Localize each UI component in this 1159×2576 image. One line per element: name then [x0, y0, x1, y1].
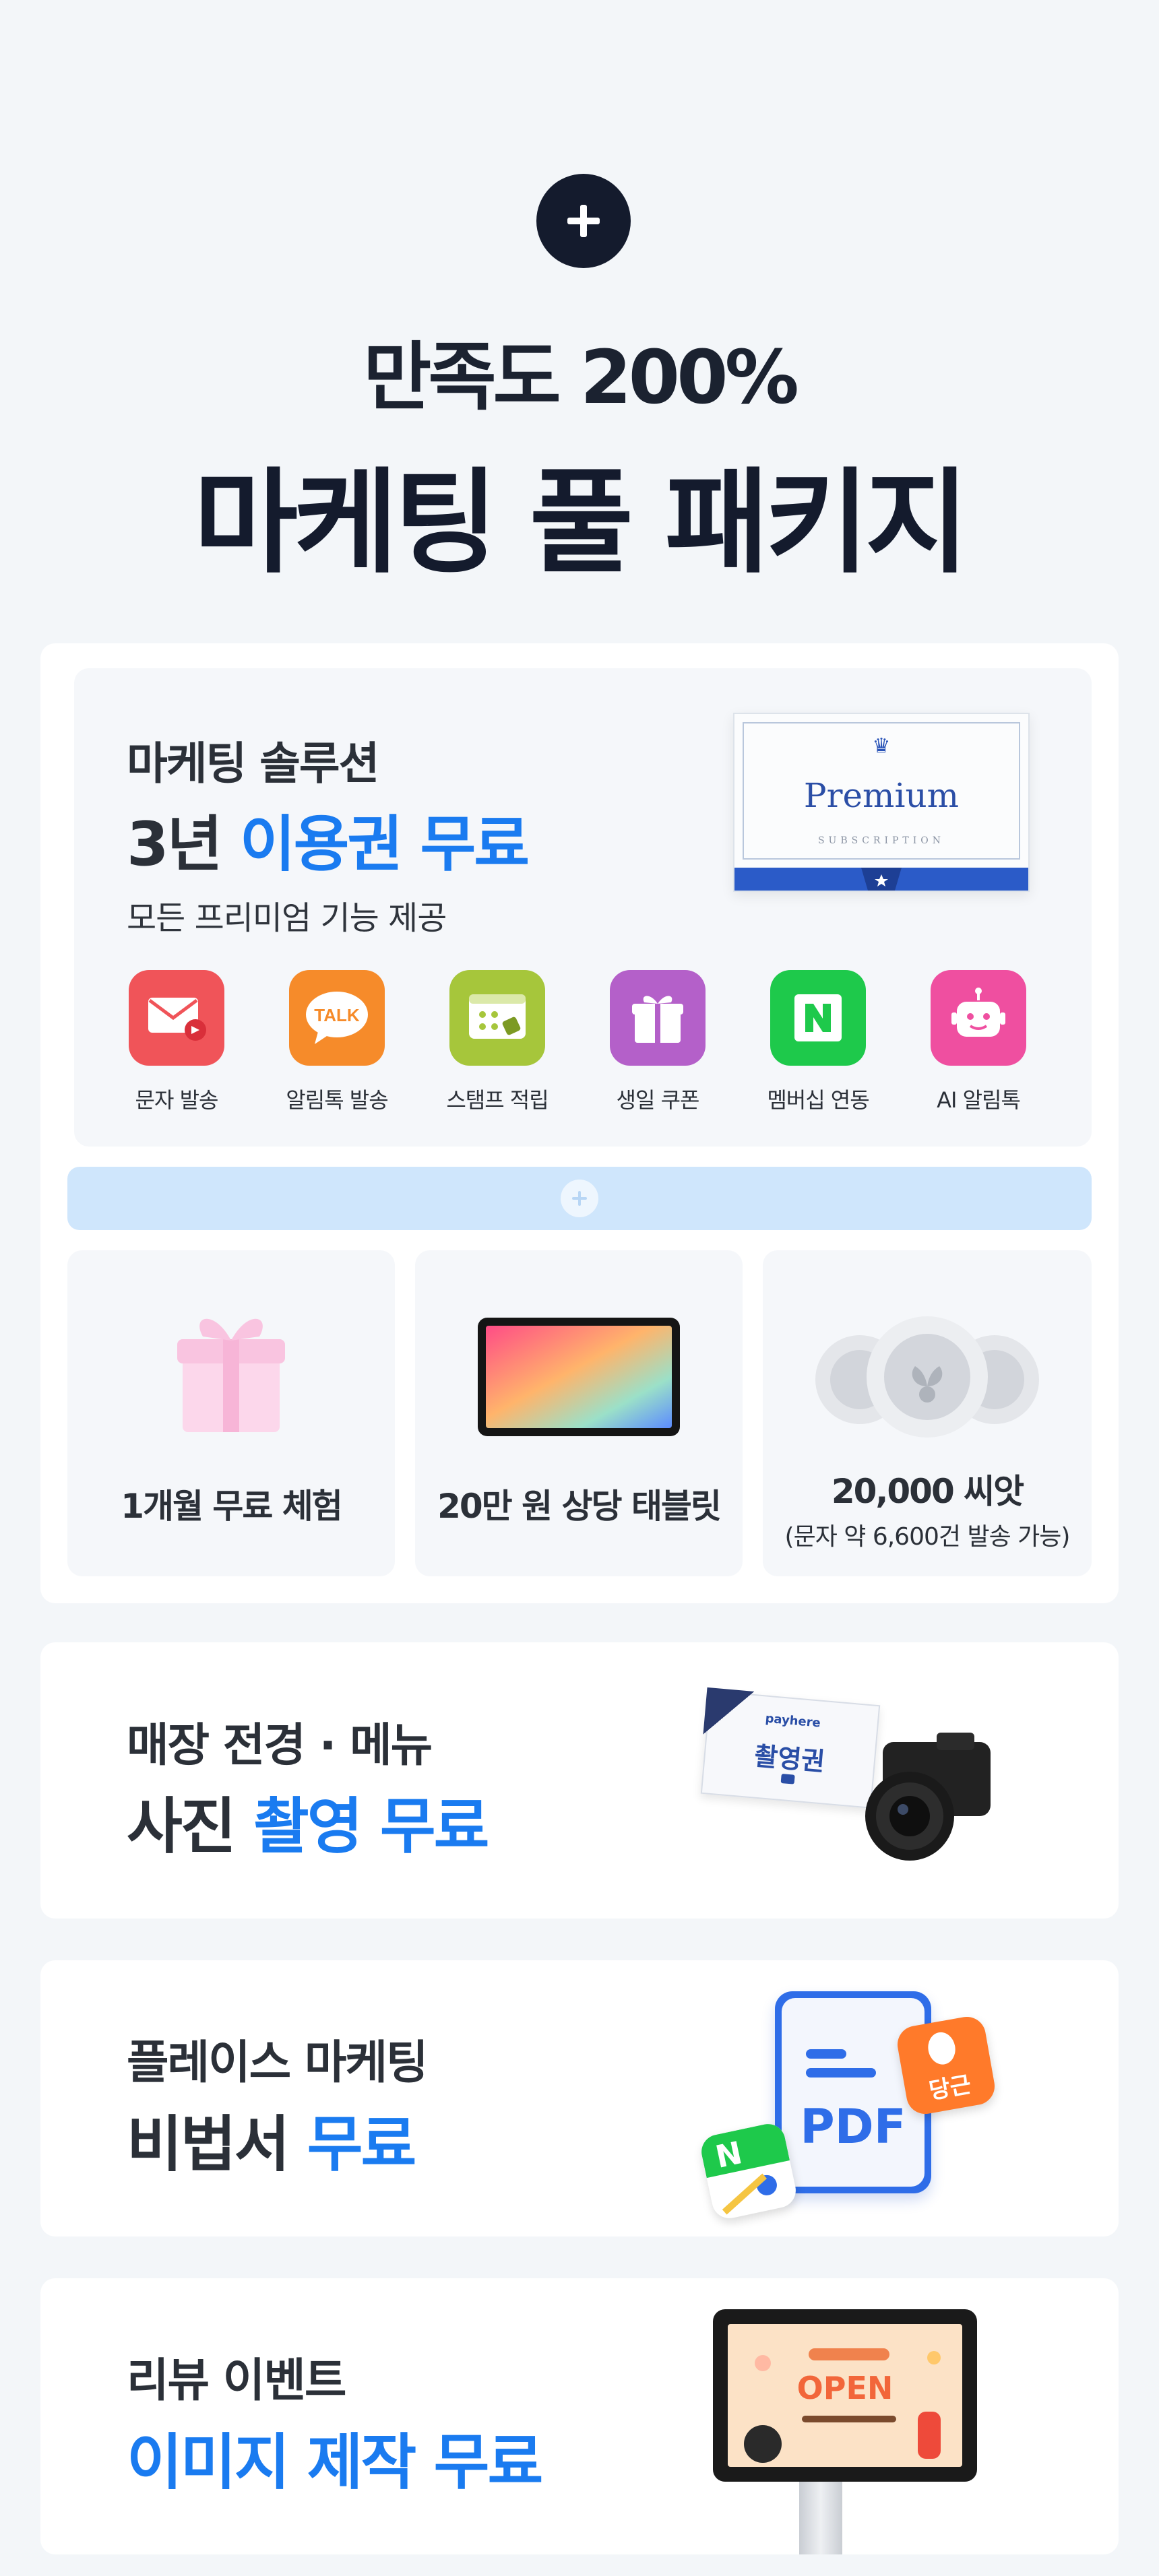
feature-label: 스탬프 적립 — [446, 1087, 549, 1113]
sms-envelope-icon — [129, 970, 224, 1066]
map-road — [722, 2173, 768, 2215]
chili-icon — [918, 2412, 941, 2459]
bonus-seeds: 20,000 씨앗 (문자 약 6,600건 발송 가능) — [763, 1250, 1092, 1576]
promo-offer: 비법서 무료 — [127, 2095, 417, 2183]
solution-offer-accent: 이용권 무료 — [239, 809, 530, 880]
star-seal-icon — [861, 868, 902, 891]
gift-box-icon — [177, 1318, 285, 1432]
screen-caption — [802, 2416, 896, 2422]
promo-offer-prefix: 비법서 — [127, 2109, 307, 2180]
feature-ai-talk: AI 알림톡 — [898, 970, 1059, 1114]
tablet-icon — [478, 1318, 680, 1436]
plus-badge — [536, 174, 631, 268]
premium-title: Premium — [803, 776, 960, 815]
solution-offer-prefix: 3년 — [127, 809, 240, 880]
feature-stamp: 스탬프 적립 — [416, 970, 578, 1114]
plus-divider — [67, 1167, 1092, 1230]
svg-text:TALK: TALK — [314, 1005, 360, 1025]
gift-icon — [610, 970, 706, 1066]
plus-icon — [567, 205, 600, 237]
decoration-dot — [755, 2355, 771, 2371]
promo-offer: 이미지 제작 무료 — [127, 2413, 543, 2501]
stamp-card-icon — [449, 970, 545, 1066]
promo-offer-prefix: 사진 — [127, 1791, 253, 1862]
talk-bubble-icon: TALK — [289, 970, 385, 1066]
screen-banner — [809, 2348, 889, 2360]
hero-title: 마케팅 풀 패키지 — [193, 457, 970, 589]
feature-sms: 문자 발송 — [96, 970, 257, 1114]
kiosk-screen: OPEN — [728, 2324, 962, 2467]
promo-offer-accent: 무료 — [307, 2109, 417, 2180]
pdf-line — [806, 2049, 846, 2059]
premium-frame: ♛ Premium SUBSCRIPTION — [743, 722, 1020, 860]
photo-ticket: payhere 촬영권 — [700, 1687, 881, 1809]
pdf-label: PDF — [800, 2099, 906, 2154]
camera-icon — [865, 1733, 991, 1861]
seed-coins-icon — [815, 1316, 1039, 1438]
naver-map-icon: N — [698, 2121, 799, 2222]
feature-label: AI 알림톡 — [937, 1087, 1021, 1113]
bonus-label: 1개월 무료 체험 — [121, 1487, 343, 1526]
bonus-note: (문자 약 6,600건 발송 가능) — [784, 1523, 1071, 1551]
feature-label: 멤버십 연동 — [767, 1087, 869, 1113]
feature-birthday-coupon: 생일 쿠폰 — [577, 970, 739, 1114]
carrot-shape — [925, 2030, 958, 2067]
feature-talk: TALK 알림톡 발송 — [256, 970, 418, 1114]
bonus-label: 20만 원 상당 태블릿 — [437, 1487, 722, 1526]
kiosk-tablet: OPEN — [713, 2309, 977, 2482]
screen-open-text: OPEN — [796, 2370, 894, 2406]
promo-heading: 매장 전경 · 메뉴 — [127, 1719, 433, 1772]
feature-label: 알림톡 발송 — [286, 1087, 388, 1113]
kimbap-icon — [744, 2425, 782, 2463]
bonus-free-trial: 1개월 무료 체험 — [67, 1250, 395, 1576]
promo-offer-accent: 촬영 무료 — [253, 1791, 490, 1862]
pdf-page: PDF — [782, 1998, 925, 2187]
carrot-label: 당근 — [927, 2071, 974, 2105]
solution-heading: 마케팅 솔루션 — [127, 738, 379, 790]
plus-icon — [561, 1180, 598, 1217]
promo-offer-accent: 이미지 제작 무료 — [127, 2427, 543, 2498]
hero-subtitle: 만족도 200% — [363, 334, 799, 420]
feature-membership: 멤버십 연동 — [737, 970, 899, 1114]
feature-label: 문자 발송 — [135, 1087, 219, 1113]
robot-icon — [931, 970, 1026, 1066]
premium-certificate: ♛ Premium SUBSCRIPTION — [733, 713, 1030, 892]
promo-offer: 사진 촬영 무료 — [127, 1777, 490, 1865]
crown-icon: ♛ — [872, 734, 891, 758]
naver-n-icon — [770, 970, 866, 1066]
decoration-dot — [927, 2351, 941, 2364]
bonus-label: 20,000 씨앗 — [831, 1472, 1024, 1511]
bonus-tablet: 20만 원 상당 태블릿 — [415, 1250, 743, 1576]
carrot-app-icon: 당근 — [894, 2014, 998, 2117]
camera-small-icon — [780, 1773, 795, 1784]
promo-heading: 플레이스 마케팅 — [127, 2036, 429, 2090]
pdf-line — [806, 2068, 876, 2078]
feature-label: 생일 쿠폰 — [616, 1087, 700, 1113]
solution-offer: 3년 이용권 무료 — [127, 795, 530, 882]
promo-heading: 리뷰 이벤트 — [127, 2354, 346, 2408]
premium-subtitle: SUBSCRIPTION — [817, 835, 945, 846]
premium-band — [734, 868, 1028, 891]
solution-description: 모든 프리미엄 기능 제공 — [127, 899, 447, 937]
